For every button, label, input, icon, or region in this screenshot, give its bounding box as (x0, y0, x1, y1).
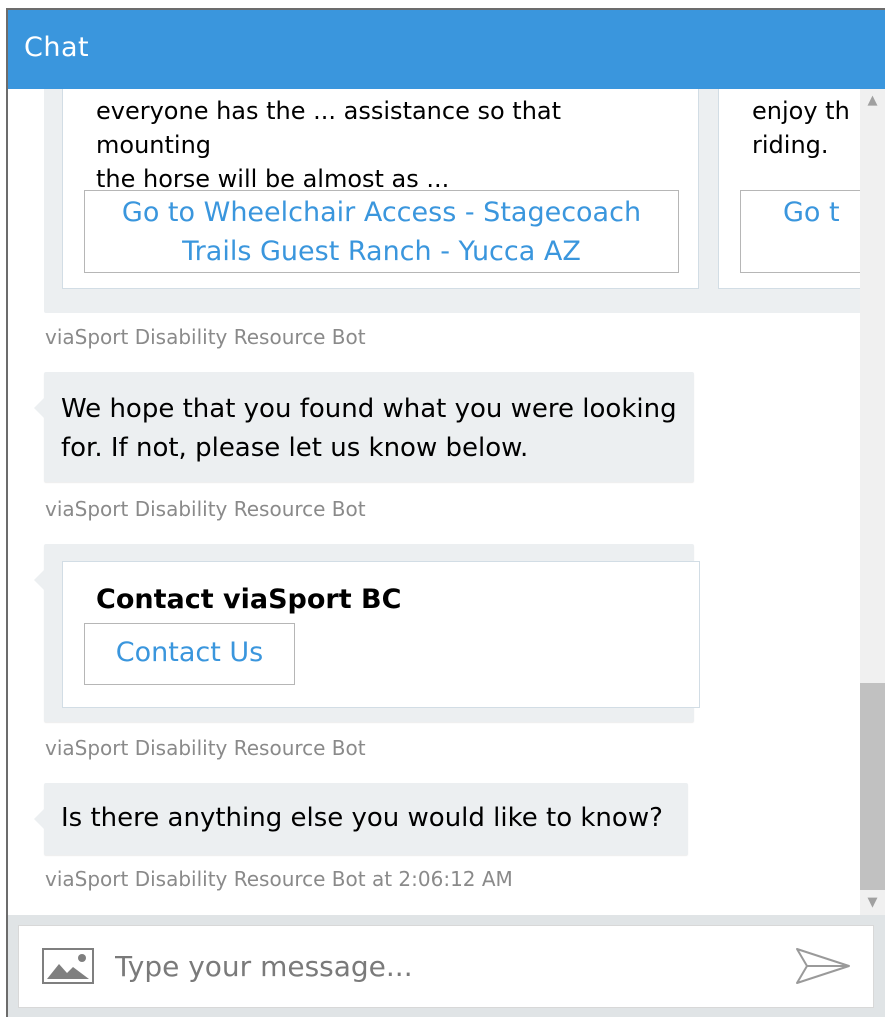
chat-title: Chat (24, 32, 90, 63)
carousel-message: everyone has the ... assistance so that … (44, 89, 860, 313)
message-input-box (18, 925, 874, 1008)
message-sender: viaSport Disability Resource Bot (45, 497, 366, 521)
chevron-up-icon[interactable]: ▲ (860, 89, 885, 111)
chat-window: Chat everyone has the ... assistance so … (6, 8, 885, 1017)
carousel-card: everyone has the ... assistance so that … (62, 89, 699, 289)
hero-card-title: Contact viaSport BC (96, 584, 402, 615)
bot-card-message: Contact viaSport BC Contact Us (34, 544, 700, 722)
hero-card: Contact viaSport BC Contact Us (62, 561, 700, 708)
contact-us-button[interactable]: Contact Us (84, 623, 295, 685)
message-sender: viaSport Disability Resource Bot (45, 325, 366, 349)
chat-header: Chat (8, 10, 885, 89)
card-link-button[interactable]: Go t (740, 190, 860, 273)
image-upload-icon[interactable] (42, 948, 94, 984)
message-sender: viaSport Disability Resource Bot (45, 736, 366, 760)
card-link-button[interactable]: Go to Wheelchair Access - Stagecoach Tra… (84, 190, 679, 273)
bot-message-bubble: Is there anything else you would like to… (34, 783, 688, 855)
card-description: everyone has the ... assistance so that … (96, 94, 676, 196)
card-button-line: Go t (783, 197, 840, 228)
message-timestamp: viaSport Disability Resource Bot at 2:06… (45, 867, 513, 891)
card-text-line: riding. (752, 131, 829, 159)
card-button-line: Go to Wheelchair Access - Stagecoach (121, 197, 642, 228)
bot-message-bubble: We hope that you found what you were loo… (34, 372, 694, 482)
chevron-down-icon[interactable]: ▼ (860, 893, 885, 915)
card-description: enjoy th riding. (752, 94, 860, 162)
card-text-line: everyone has the ... assistance so that … (96, 97, 562, 159)
message-scrollbar[interactable]: ▲ ▼ (860, 89, 885, 915)
message-list: everyone has the ... assistance so that … (8, 89, 860, 915)
card-button-line: Trails Guest Ranch - Yucca AZ (182, 236, 581, 267)
send-icon[interactable] (794, 946, 852, 986)
message-text: We hope that you found what you were loo… (61, 394, 677, 463)
input-bar (8, 915, 885, 1017)
scrollbar-thumb[interactable] (860, 683, 885, 890)
message-text: Is there anything else you would like to… (61, 803, 663, 833)
message-input[interactable] (115, 944, 755, 988)
card-text-line: enjoy th (752, 97, 850, 125)
carousel-card: enjoy th riding. Go t (718, 89, 860, 289)
